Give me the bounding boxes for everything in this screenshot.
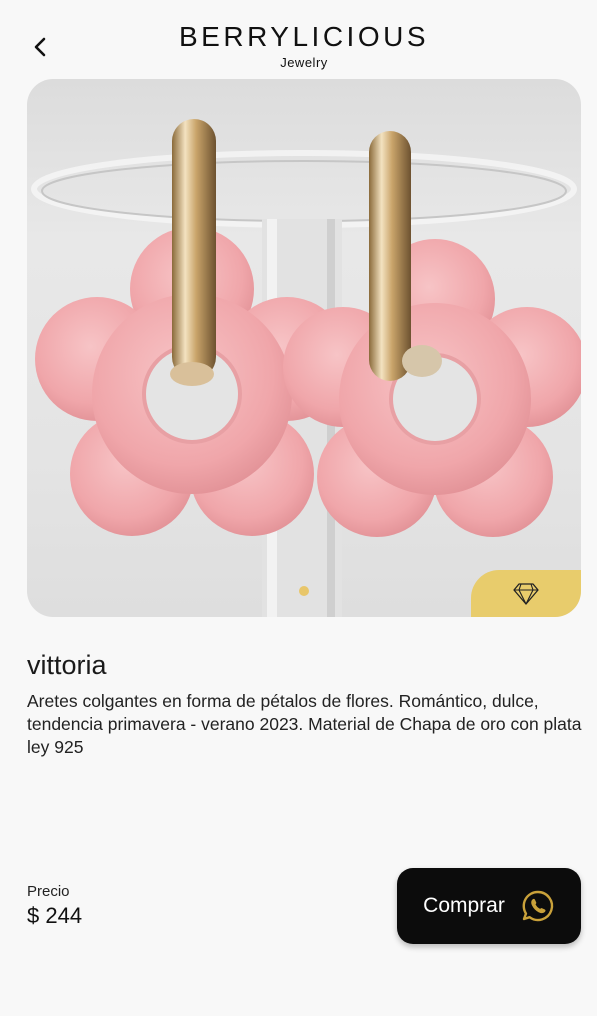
product-image[interactable] [27, 79, 581, 617]
status-bar [0, 0, 597, 10]
brand-name: BERRYLICIOUS [179, 21, 429, 52]
buy-button[interactable]: Comprar [397, 868, 581, 944]
earrings-photo [31, 119, 581, 617]
product-description: Aretes colgantes en forma de pétalos de … [27, 691, 582, 757]
price-label: Precio [27, 883, 70, 900]
brand-logo: BERRYLICIOUS Jewelry [150, 21, 458, 71]
brand-subtitle: Jewelry [280, 55, 328, 70]
product-name: vittoria [27, 650, 107, 680]
buy-button-label: Comprar [423, 894, 505, 917]
back-button[interactable] [24, 30, 58, 64]
page-indicator-dot[interactable] [299, 586, 309, 596]
diamond-icon [513, 582, 539, 605]
favorite-gem-button[interactable] [471, 570, 581, 617]
chevron-left-icon [34, 37, 46, 57]
price-value: $ 244 [27, 903, 83, 928]
whatsapp-icon [522, 890, 554, 922]
